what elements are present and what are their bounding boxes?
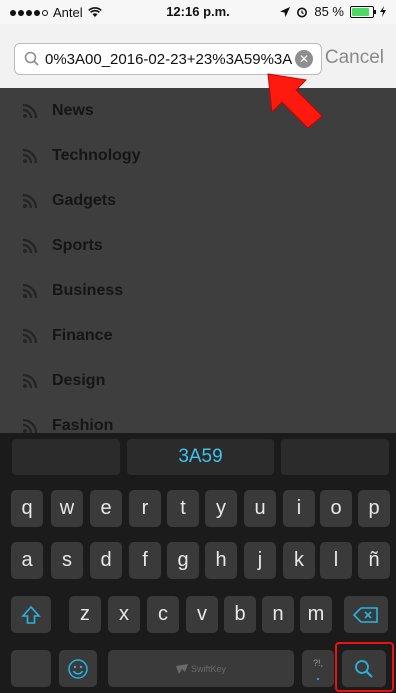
category-item[interactable]: Gadgets [0,178,396,223]
battery-icon [350,5,376,18]
numbers-key[interactable] [11,650,51,687]
search-input[interactable] [43,50,295,68]
rss-icon [22,238,38,254]
key-e[interactable]: e [90,490,122,527]
key-w[interactable]: w [51,490,83,527]
emoji-key[interactable] [59,650,97,687]
charging-icon [380,6,386,17]
status-bar: Antel 12:16 p.m. 85 % [0,0,396,24]
rss-icon [22,148,38,164]
search-header: ✕ Cancel [0,24,396,89]
key-d[interactable]: d [90,542,122,579]
key-n[interactable]: n [262,596,294,633]
category-item[interactable]: Sports [0,223,396,268]
key-t[interactable]: t [167,490,199,527]
period-key[interactable]: ?!,. [302,650,334,687]
shift-icon [21,605,41,624]
key-y[interactable]: y [205,490,237,527]
key-a[interactable]: a [11,542,43,579]
key-l[interactable]: l [320,542,352,579]
key-m[interactable]: m [300,596,332,633]
key-o[interactable]: o [320,490,352,527]
backspace-key[interactable] [344,596,388,633]
rss-icon [22,103,38,119]
key-v[interactable]: v [186,596,218,633]
space-brand: SwiftKey [190,663,226,674]
emoji-icon [68,658,88,679]
key-q[interactable]: q [11,490,43,527]
space-key[interactable]: SwiftKey [108,650,294,687]
category-label: Finance [52,326,113,344]
search-icon [24,51,39,66]
category-label: Design [52,371,106,389]
key-c[interactable]: c [147,596,179,633]
shift-key[interactable] [11,596,51,633]
category-item[interactable]: News [0,88,396,133]
key-z[interactable]: z [69,596,101,633]
key-g[interactable]: g [167,542,199,579]
category-label: News [52,101,94,119]
rss-icon [22,373,38,389]
key-x[interactable]: x [108,596,140,633]
rss-icon [22,418,38,434]
key-h[interactable]: h [205,542,237,579]
category-label: Fashion [52,416,114,434]
clear-search-button[interactable]: ✕ [295,50,313,68]
category-list: News Technology Gadgets Sports Business Finan… [0,88,396,433]
key-s[interactable]: s [51,542,83,579]
backspace-icon [353,606,378,623]
status-right: 85 % [280,4,386,19]
category-item[interactable]: Design [0,358,396,403]
rss-icon [22,193,38,209]
category-label: Sports [52,236,103,254]
suggestion-left[interactable] [12,439,120,475]
alarm-icon [297,7,308,17]
cancel-button[interactable]: Cancel [325,47,384,69]
key-i[interactable]: i [283,490,315,527]
key-u[interactable]: u [244,490,276,527]
key-n-tilde[interactable]: ñ [358,542,390,579]
key-r[interactable]: r [129,490,161,527]
annotation-arrow [267,73,323,129]
location-arrow-icon [280,6,291,17]
key-f[interactable]: f [129,542,161,579]
category-label: Business [52,281,124,299]
battery-percent: 85 % [314,4,344,19]
rss-icon [22,328,38,344]
key-k[interactable]: k [283,542,315,579]
key-p[interactable]: p [358,490,390,527]
category-item[interactable]: Technology [0,133,396,178]
key-j[interactable]: j [244,542,276,579]
rss-icon [22,283,38,299]
category-item[interactable]: Finance [0,313,396,358]
key-b[interactable]: b [224,596,256,633]
category-item[interactable]: Business [0,268,396,313]
search-key-highlight [335,642,394,692]
category-item[interactable]: Fashion [0,403,396,433]
swiftkey-logo-icon [175,663,188,674]
suggestion-right[interactable] [281,439,389,475]
category-label: Gadgets [52,191,117,209]
category-label: Technology [52,146,141,164]
period-label: . [315,663,321,684]
suggestion-center[interactable]: 3A59 [127,439,274,475]
